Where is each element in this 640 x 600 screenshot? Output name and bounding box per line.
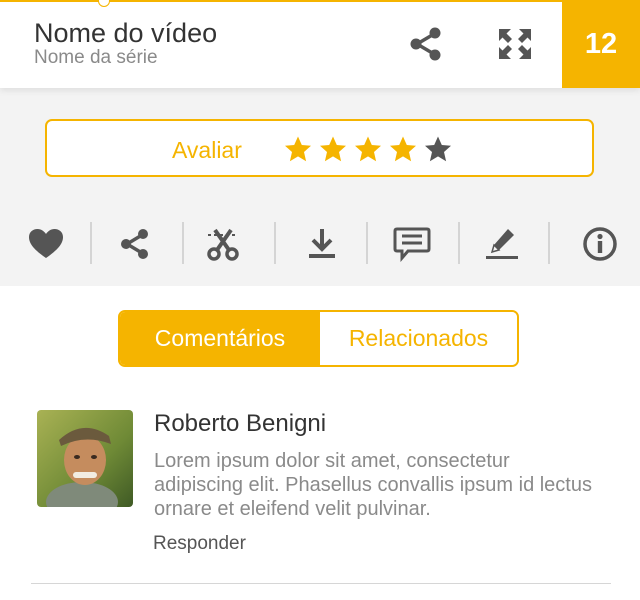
action-separator — [458, 222, 460, 264]
star-filled-icon[interactable] — [354, 135, 382, 163]
action-separator — [182, 222, 184, 264]
tab-comentarios[interactable]: Comentários — [120, 312, 320, 365]
actions-panel: Avaliar — [0, 88, 640, 286]
progress-bar[interactable] — [0, 0, 640, 2]
rate-label: Avaliar — [172, 137, 242, 163]
star-empty-icon[interactable] — [424, 135, 452, 163]
reply-link[interactable]: Responder — [153, 533, 246, 555]
tab-relacionados[interactable]: Relacionados — [320, 312, 517, 365]
star-filled-icon[interactable] — [284, 135, 312, 163]
rating-box[interactable]: Avaliar — [45, 119, 594, 177]
action-separator — [274, 222, 276, 264]
star-rating[interactable] — [284, 135, 452, 163]
comment-icon[interactable] — [392, 226, 432, 262]
heart-icon[interactable] — [26, 226, 66, 262]
avatar — [37, 410, 133, 507]
video-title: Nome do vídeo — [34, 18, 218, 48]
edit-icon[interactable] — [482, 226, 522, 262]
download-icon[interactable] — [302, 226, 342, 262]
action-separator — [366, 222, 368, 264]
progress-knob[interactable] — [98, 0, 110, 7]
video-header: Nome do vídeo Nome da série 12 — [0, 0, 640, 88]
series-title: Nome da série — [34, 47, 158, 68]
info-icon[interactable] — [580, 226, 620, 262]
share-icon[interactable] — [115, 226, 155, 262]
star-filled-icon[interactable] — [389, 135, 417, 163]
video-counter-badge: 12 — [562, 0, 640, 88]
action-bar — [0, 218, 640, 268]
content-tabs: Comentários Relacionados — [118, 310, 519, 367]
comment-author: Roberto Benigni — [154, 410, 327, 437]
action-separator — [548, 222, 550, 264]
star-filled-icon[interactable] — [319, 135, 347, 163]
fullscreen-icon[interactable] — [496, 26, 534, 62]
action-separator — [90, 222, 92, 264]
comment-text: Lorem ipsum dolor sit amet, consectetur … — [154, 450, 592, 520]
share-icon[interactable] — [406, 26, 446, 62]
scissors-icon[interactable] — [203, 226, 243, 262]
divider — [31, 583, 611, 584]
